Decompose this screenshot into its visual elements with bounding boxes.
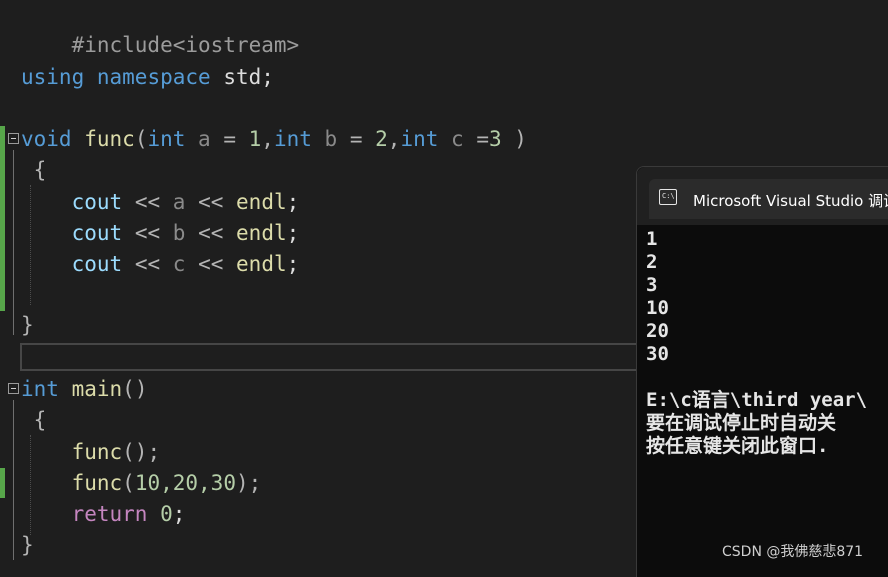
semicolon: ; — [286, 221, 300, 245]
console-tab[interactable]: C:\ Microsoft Visual Studio 调试 — [649, 179, 888, 219]
keyword-void: void — [21, 127, 72, 151]
semicolon: ; — [286, 190, 300, 214]
param-a: a — [185, 127, 224, 151]
call-func: func — [71, 471, 123, 495]
identifier-endl: endl — [236, 252, 287, 276]
keyword-int: int — [147, 127, 186, 151]
brace-open: { — [33, 408, 47, 432]
keyword-int: int — [273, 127, 312, 151]
scope-guide — [13, 400, 14, 560]
keyword-int: int — [21, 377, 59, 401]
code-line-brace-close: } — [21, 530, 34, 560]
code-line-brace-open: { — [21, 155, 47, 185]
brace-close: } — [21, 313, 34, 337]
semicolon: ; — [286, 252, 300, 276]
console-message-line: 要在调试停止时自动关 — [646, 412, 837, 434]
paren-open: ( — [122, 471, 135, 495]
operator-shift: << — [134, 190, 161, 214]
operator-assign: = — [223, 127, 236, 151]
comma: , — [387, 127, 401, 151]
collapse-icon[interactable] — [8, 383, 19, 394]
operator-assign: = — [476, 127, 489, 151]
operator-shift: << — [134, 252, 161, 276]
function-name-main: main — [71, 377, 123, 401]
semicolon: ; — [261, 65, 274, 89]
code-line-main-signature: int main() — [21, 374, 147, 404]
keyword-namespace: namespace — [96, 65, 211, 89]
debug-console-window[interactable]: C:\ Microsoft Visual Studio 调试 — [636, 166, 888, 577]
code-line-include: #include<iostream> — [21, 0, 300, 57]
default-value-1: 1 — [236, 127, 262, 151]
brace-open: { — [33, 158, 47, 182]
current-line-highlight — [20, 343, 660, 371]
function-name-func: func — [84, 127, 135, 151]
parens: () — [122, 377, 148, 401]
code-line-call-func-empty: func(); — [21, 437, 161, 467]
console-output-line: 10 — [646, 297, 669, 319]
param-b: b — [311, 127, 350, 151]
identifier-endl: endl — [236, 221, 287, 245]
call-args-empty: (); — [122, 440, 161, 464]
console-message-line: 按任意键关闭此窗口. — [646, 435, 829, 457]
collapse-icon[interactable] — [8, 133, 19, 144]
code-line-brace-close: } — [21, 310, 34, 340]
operator-shift: << — [198, 221, 224, 245]
code-line-func-signature: void func(int a = 1,int b = 2,int c =3 ) — [21, 124, 527, 154]
code-line-cout-b: cout << b << endl; — [21, 218, 300, 248]
keyword-int: int — [400, 127, 439, 151]
operator-shift: << — [198, 190, 224, 214]
identifier-b: b — [172, 221, 186, 245]
scope-guide — [13, 150, 14, 335]
code-line-call-func-args: func(10,20,30); — [21, 468, 262, 498]
console-output-line: 30 — [646, 343, 669, 365]
operator-shift: << — [134, 221, 161, 245]
console-output-line: 2 — [646, 251, 658, 273]
identifier-std: std — [223, 65, 262, 89]
identifier-cout: cout — [71, 252, 123, 276]
console-output-line: 20 — [646, 320, 669, 342]
operator-shift: << — [198, 252, 224, 276]
console-output-line: 3 — [646, 274, 658, 296]
call-func: func — [71, 440, 123, 464]
keyword-return: return — [71, 502, 148, 526]
default-value-3: 3 — [488, 127, 502, 151]
identifier-cout: cout — [71, 221, 123, 245]
watermark: CSDN @我佛慈悲871 — [722, 544, 864, 560]
operator-assign: = — [349, 127, 363, 151]
code-line-cout-a: cout << a << endl; — [21, 187, 300, 217]
preprocessor-directive: #include<iostream> — [71, 33, 300, 57]
identifier-endl: endl — [236, 190, 287, 214]
comma: , — [261, 127, 274, 151]
keyword-using: using — [21, 65, 85, 89]
code-line-cout-c: cout << c << endl; — [21, 249, 300, 279]
default-value-2: 2 — [362, 127, 388, 151]
paren-open: ( — [134, 127, 148, 151]
paren-close: ); — [235, 471, 262, 495]
identifier-cout: cout — [71, 190, 123, 214]
console-output-line: 1 — [646, 228, 658, 250]
code-line-return: return 0; — [21, 499, 186, 529]
console-titlebar[interactable]: C:\ Microsoft Visual Studio 调试 — [637, 167, 888, 225]
brace-close: } — [21, 533, 34, 557]
param-c: c — [438, 127, 477, 151]
code-line-using: using namespace std; — [21, 62, 274, 92]
change-indicator-bar — [0, 468, 5, 498]
return-value: 0 — [147, 502, 173, 526]
identifier-a: a — [172, 190, 186, 214]
console-title: Microsoft Visual Studio 调试 — [693, 192, 888, 210]
identifier-c: c — [172, 252, 186, 276]
semicolon: ; — [172, 502, 186, 526]
console-icon: C:\ — [659, 189, 677, 205]
paren-close: ) — [501, 127, 527, 151]
call-args: 10,20,30 — [134, 471, 236, 495]
console-path-line: E:\c语言\third year\ — [646, 389, 868, 411]
code-line-brace-open: { — [21, 405, 47, 435]
change-indicator-bar — [0, 126, 5, 311]
